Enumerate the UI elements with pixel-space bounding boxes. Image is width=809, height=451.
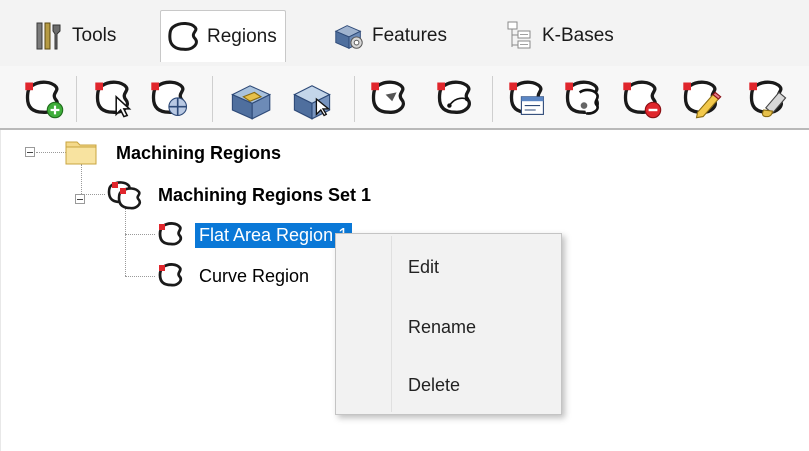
- context-menu-delete[interactable]: Delete: [408, 368, 460, 402]
- context-menu-rename[interactable]: Rename: [408, 310, 476, 344]
- tab-features[interactable]: Features: [332, 14, 447, 58]
- paint-region-button[interactable]: [746, 77, 790, 121]
- region-boundary-icon: [151, 80, 188, 117]
- machining-regions-panel: Tools Regions Features K-Bases Machining…: [0, 0, 809, 451]
- tab-kbases[interactable]: K-Bases: [502, 14, 614, 58]
- tree-connector: [125, 276, 155, 277]
- tree-node-curve-region[interactable]: Curve Region: [155, 262, 313, 290]
- menu-item-label: Rename: [408, 316, 477, 337]
- tab-label: Tools: [72, 25, 117, 46]
- toolbar-separator: [492, 76, 493, 122]
- delete-region-button[interactable]: [620, 77, 664, 121]
- menu-item-label: Delete: [408, 374, 461, 395]
- delete-region-icon: [623, 80, 662, 119]
- tab-label: K-Bases: [542, 25, 614, 46]
- edit-region-button[interactable]: [680, 77, 724, 121]
- regions-icon: [167, 20, 201, 54]
- tree-node-label: Flat Area Region 1: [195, 222, 353, 248]
- tab-label: Regions: [207, 25, 277, 47]
- region-properties-button[interactable]: [506, 77, 550, 121]
- tree-node-label: Machining Regions: [116, 142, 282, 163]
- collapse-toggle[interactable]: [75, 194, 85, 204]
- tree-node-machining-regions[interactable]: Machining Regions: [64, 138, 285, 168]
- region-from-feature-icon: [231, 85, 272, 120]
- tree-node-label: Machining Regions Set 1: [158, 184, 372, 205]
- region-orientation-icon: [437, 80, 471, 114]
- tree-connector: [125, 234, 155, 235]
- kbases-icon: [502, 19, 536, 53]
- select-region-icon: [95, 80, 132, 118]
- collapse-toggle[interactable]: [25, 147, 35, 157]
- region-set-icon: [104, 179, 154, 211]
- tab-regions[interactable]: Regions: [160, 10, 286, 62]
- edit-region-icon: [683, 80, 722, 119]
- toolbar-separator: [212, 76, 213, 122]
- paint-region-icon: [749, 80, 787, 118]
- tree-node-regions-set[interactable]: Machining Regions Set 1: [104, 179, 375, 211]
- toolbar-separator: [76, 76, 77, 122]
- context-menu: Edit Rename Delete: [335, 233, 562, 415]
- tools-icon: [32, 19, 66, 53]
- region-from-face-icon: [293, 85, 331, 120]
- select-region-button[interactable]: [92, 77, 136, 121]
- tree-connector: [125, 208, 126, 276]
- region-from-face-button[interactable]: [290, 77, 334, 121]
- regions-toolbar: [0, 66, 809, 130]
- tree-node-flat-area-region[interactable]: Flat Area Region 1: [155, 221, 353, 249]
- region-properties-icon: [509, 80, 544, 115]
- new-region-set-icon: [25, 80, 64, 119]
- tab-tools[interactable]: Tools: [32, 14, 116, 58]
- region-icon: [155, 221, 195, 249]
- merge-regions-icon: [565, 80, 599, 115]
- context-menu-gutter: [391, 236, 392, 412]
- new-region-set-button[interactable]: [22, 77, 66, 121]
- merge-regions-button[interactable]: [562, 77, 606, 121]
- region-orientation-button[interactable]: [434, 77, 478, 121]
- tree-connector: [36, 152, 66, 153]
- folder-icon: [64, 138, 100, 168]
- tree-node-label: Curve Region: [199, 265, 310, 286]
- context-menu-edit[interactable]: Edit: [408, 250, 439, 284]
- tree-connector: [81, 164, 82, 194]
- features-icon: [332, 19, 366, 53]
- region-from-feature-button[interactable]: [228, 77, 272, 121]
- region-point-icon: [371, 80, 405, 114]
- tab-label: Features: [372, 25, 447, 46]
- tree-connector: [83, 194, 105, 195]
- toolbar-separator: [354, 76, 355, 122]
- region-point-button[interactable]: [368, 77, 412, 121]
- menu-item-label: Edit: [408, 256, 440, 277]
- tab-strip: Tools Regions Features K-Bases: [0, 0, 809, 67]
- region-icon: [155, 262, 195, 290]
- region-boundary-button[interactable]: [148, 77, 192, 121]
